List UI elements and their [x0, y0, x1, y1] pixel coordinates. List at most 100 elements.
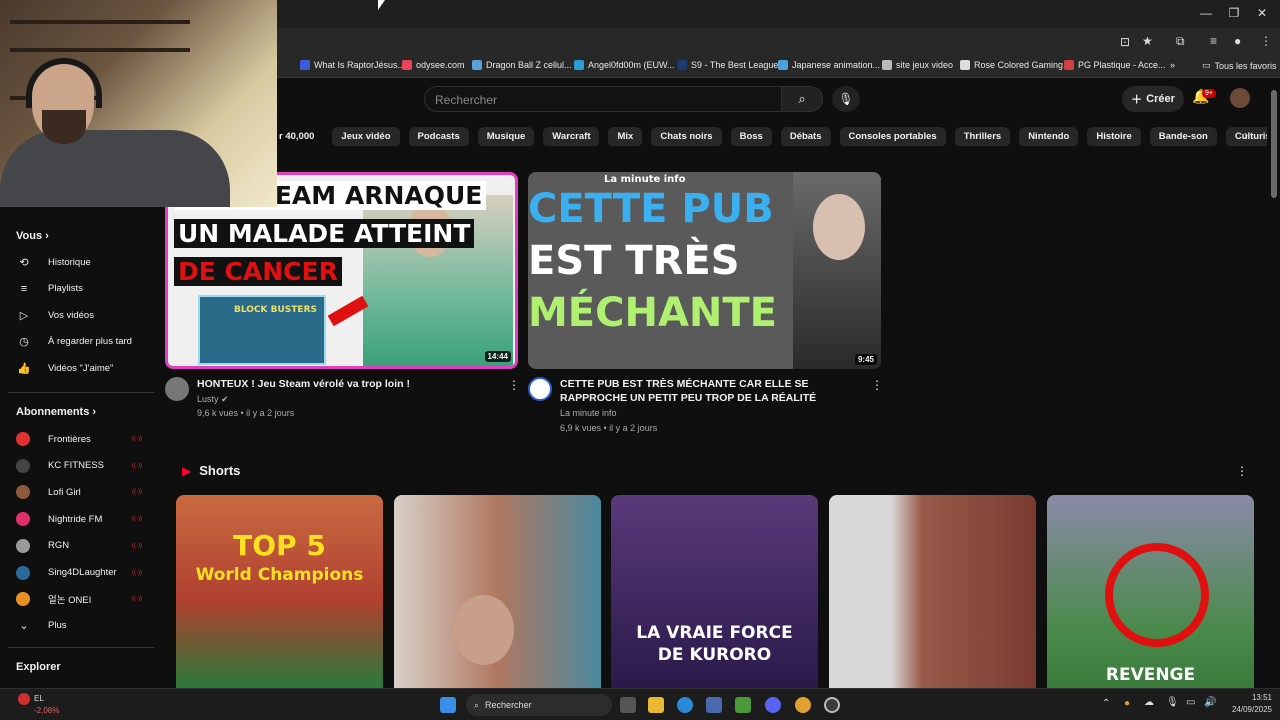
- bookmark-star-icon[interactable]: ★: [1142, 34, 1153, 48]
- short-text: World Champions: [195, 565, 364, 585]
- category-chips: r 40,000 Jeux vidéo Podcasts Musique Warcraf…: [277, 126, 1267, 146]
- sidebar-subscriptions-title[interactable]: Abonnements ›: [16, 406, 96, 418]
- video-thumbnail[interactable]: La minute info CETTE PUB EST TRÈS MÉCHAN…: [528, 172, 881, 369]
- chip[interactable]: Warcraft: [543, 127, 600, 146]
- channel-avatar[interactable]: [165, 377, 189, 401]
- sidebar-subscription[interactable]: RGN ((·)): [16, 536, 156, 556]
- clock-date[interactable]: 24/09/2025: [1222, 705, 1272, 714]
- sidebar-item[interactable]: ◷ À regarder plus tard: [16, 332, 156, 352]
- bookmark-favicon-icon: [574, 60, 584, 70]
- bookmarks-more[interactable]: »: [1170, 60, 1175, 70]
- windows-start-icon[interactable]: [440, 697, 456, 713]
- menu-kebab-icon[interactable]: ⋮: [1260, 34, 1272, 48]
- page-scrollbar[interactable]: [1271, 90, 1277, 198]
- bookmark-item[interactable]: S9 - The Best League...: [677, 60, 786, 70]
- video-title[interactable]: CETTE PUB EST TRÈS MÉCHANTE CAR ELLE SE …: [560, 377, 860, 405]
- sidebar-item[interactable]: 👍 Vidéos "J'aime": [16, 358, 156, 378]
- chip[interactable]: r 40,000: [277, 127, 323, 146]
- cloud-icon[interactable]: ☁: [1144, 697, 1154, 708]
- channel-name[interactable]: Lusty ✔: [197, 394, 229, 405]
- bookmark-item[interactable]: Japanese animation...: [778, 60, 880, 70]
- more-options-icon[interactable]: ⋮: [508, 378, 520, 392]
- bookmark-item[interactable]: Angel0fd00m (EUW...: [574, 60, 675, 70]
- chip[interactable]: Bande-son: [1149, 127, 1217, 146]
- chip[interactable]: Podcasts: [408, 127, 469, 146]
- notification-badge: 9+: [1202, 89, 1216, 98]
- all-bookmarks[interactable]: ▭ Tous les favoris: [1202, 60, 1277, 71]
- network-icon[interactable]: ▭: [1186, 697, 1195, 708]
- microphone-icon[interactable]: 🎙: [1166, 697, 1179, 708]
- sidebar-subscription[interactable]: Sing4DLaughter ((·)): [16, 563, 156, 583]
- channel-name[interactable]: La minute info: [560, 408, 617, 418]
- playlist-icon: ≡: [20, 282, 28, 295]
- more-options-icon[interactable]: ⋮: [871, 378, 883, 392]
- chip[interactable]: Musique: [477, 127, 535, 146]
- chip[interactable]: Boss: [730, 127, 772, 146]
- bookmark-item[interactable]: site jeux video: [882, 60, 953, 70]
- sidebar-item[interactable]: ⟲ Historique: [16, 252, 156, 272]
- chip[interactable]: Jeux vidéo: [332, 127, 400, 146]
- chip[interactable]: Histoire: [1087, 127, 1141, 146]
- restore-icon[interactable]: ❐: [1224, 6, 1244, 20]
- channel-avatar: [16, 592, 30, 607]
- profile-icon[interactable]: ●: [1234, 34, 1241, 48]
- install-app-icon[interactable]: ⊡: [1120, 35, 1130, 49]
- chip[interactable]: Mix: [608, 127, 643, 146]
- search-input[interactable]: Rechercher: [424, 86, 782, 112]
- sidebar-subscription[interactable]: KC FITNESS ((·)): [16, 456, 156, 476]
- volume-icon[interactable]: 🔊: [1204, 697, 1216, 708]
- store-icon[interactable]: [706, 697, 722, 713]
- sidebar-item-more[interactable]: ⌄ Plus: [16, 615, 156, 635]
- bookmark-item[interactable]: Rose Colored Gaming: [960, 60, 1063, 70]
- create-button[interactable]: ＋ Créer: [1122, 86, 1184, 112]
- chevron-up-icon[interactable]: ⌃: [1102, 698, 1110, 709]
- sidebar-subscription[interactable]: Lofi Girl ((·)): [16, 482, 156, 502]
- chip[interactable]: Chats noirs: [651, 127, 722, 146]
- file-explorer-icon[interactable]: [648, 697, 664, 713]
- sidebar-subscription[interactable]: Frontières ((·)): [16, 429, 156, 449]
- sidebar-item[interactable]: ▷ Vos vidéos: [16, 305, 156, 325]
- bookmark-item[interactable]: odysee.com: [402, 60, 465, 70]
- stock-label[interactable]: EL: [34, 694, 44, 703]
- short-thumbnail[interactable]: REVENGE: [1047, 495, 1254, 688]
- thumbnail-text: EST TRÈS: [528, 238, 740, 284]
- bookmark-item[interactable]: PG Plastique - Acce...: [1064, 60, 1166, 70]
- short-thumbnail[interactable]: TOP 5 World Champions: [176, 495, 383, 688]
- close-icon[interactable]: ✕: [1252, 6, 1272, 20]
- channel-avatar[interactable]: [528, 377, 552, 401]
- search-button[interactable]: ⌕: [781, 86, 823, 112]
- minimize-icon[interactable]: —: [1196, 6, 1216, 20]
- account-avatar[interactable]: [1230, 88, 1250, 108]
- sidebar-you-title[interactable]: Vous ›: [16, 230, 49, 242]
- task-view-icon[interactable]: [620, 697, 636, 713]
- bookmark-item[interactable]: Dragon Ball Z cellul...: [472, 60, 572, 70]
- sidebar-item[interactable]: ≡ Playlists: [16, 279, 156, 299]
- video-title[interactable]: HONTEUX ! Jeu Steam vérolé va trop loin …: [197, 377, 497, 391]
- edge-icon[interactable]: [677, 697, 693, 713]
- sidebar-subscription[interactable]: Nightride FM ((·)): [16, 509, 156, 529]
- taskbar-search[interactable]: ⌕ Rechercher: [466, 694, 612, 716]
- channel-avatar: [16, 565, 30, 580]
- short-thumbnail[interactable]: [829, 495, 1036, 688]
- sidebar-subscription[interactable]: 얼논 ONEI ((·)): [16, 589, 156, 609]
- chip[interactable]: Débats: [780, 127, 831, 146]
- voice-search-button[interactable]: 🎙: [832, 86, 860, 112]
- more-options-icon[interactable]: ⋮: [1236, 464, 1248, 478]
- media-icon[interactable]: ≡: [1210, 34, 1217, 48]
- tray-app-icon[interactable]: ●: [1124, 698, 1130, 709]
- chip[interactable]: Thrillers: [954, 127, 1011, 146]
- clock-time[interactable]: 13:51: [1228, 693, 1272, 702]
- chevron-right-icon[interactable]: ›: [1244, 128, 1248, 142]
- chip[interactable]: Consoles portables: [839, 127, 946, 146]
- steam-icon[interactable]: [824, 697, 840, 713]
- extensions-icon[interactable]: ⧉: [1176, 34, 1185, 49]
- mouse-cursor: [378, 0, 385, 10]
- minecraft-icon[interactable]: [735, 697, 751, 713]
- chip[interactable]: Nintendo: [1019, 127, 1079, 146]
- channel-avatar: [16, 458, 30, 473]
- short-thumbnail[interactable]: [394, 495, 601, 688]
- short-thumbnail[interactable]: LA VRAIE FORCE DE KURORO: [611, 495, 818, 688]
- discord-icon[interactable]: [765, 697, 781, 713]
- bookmark-item[interactable]: What Is RaptorJésus...: [300, 60, 405, 70]
- chrome-icon[interactable]: [795, 697, 811, 713]
